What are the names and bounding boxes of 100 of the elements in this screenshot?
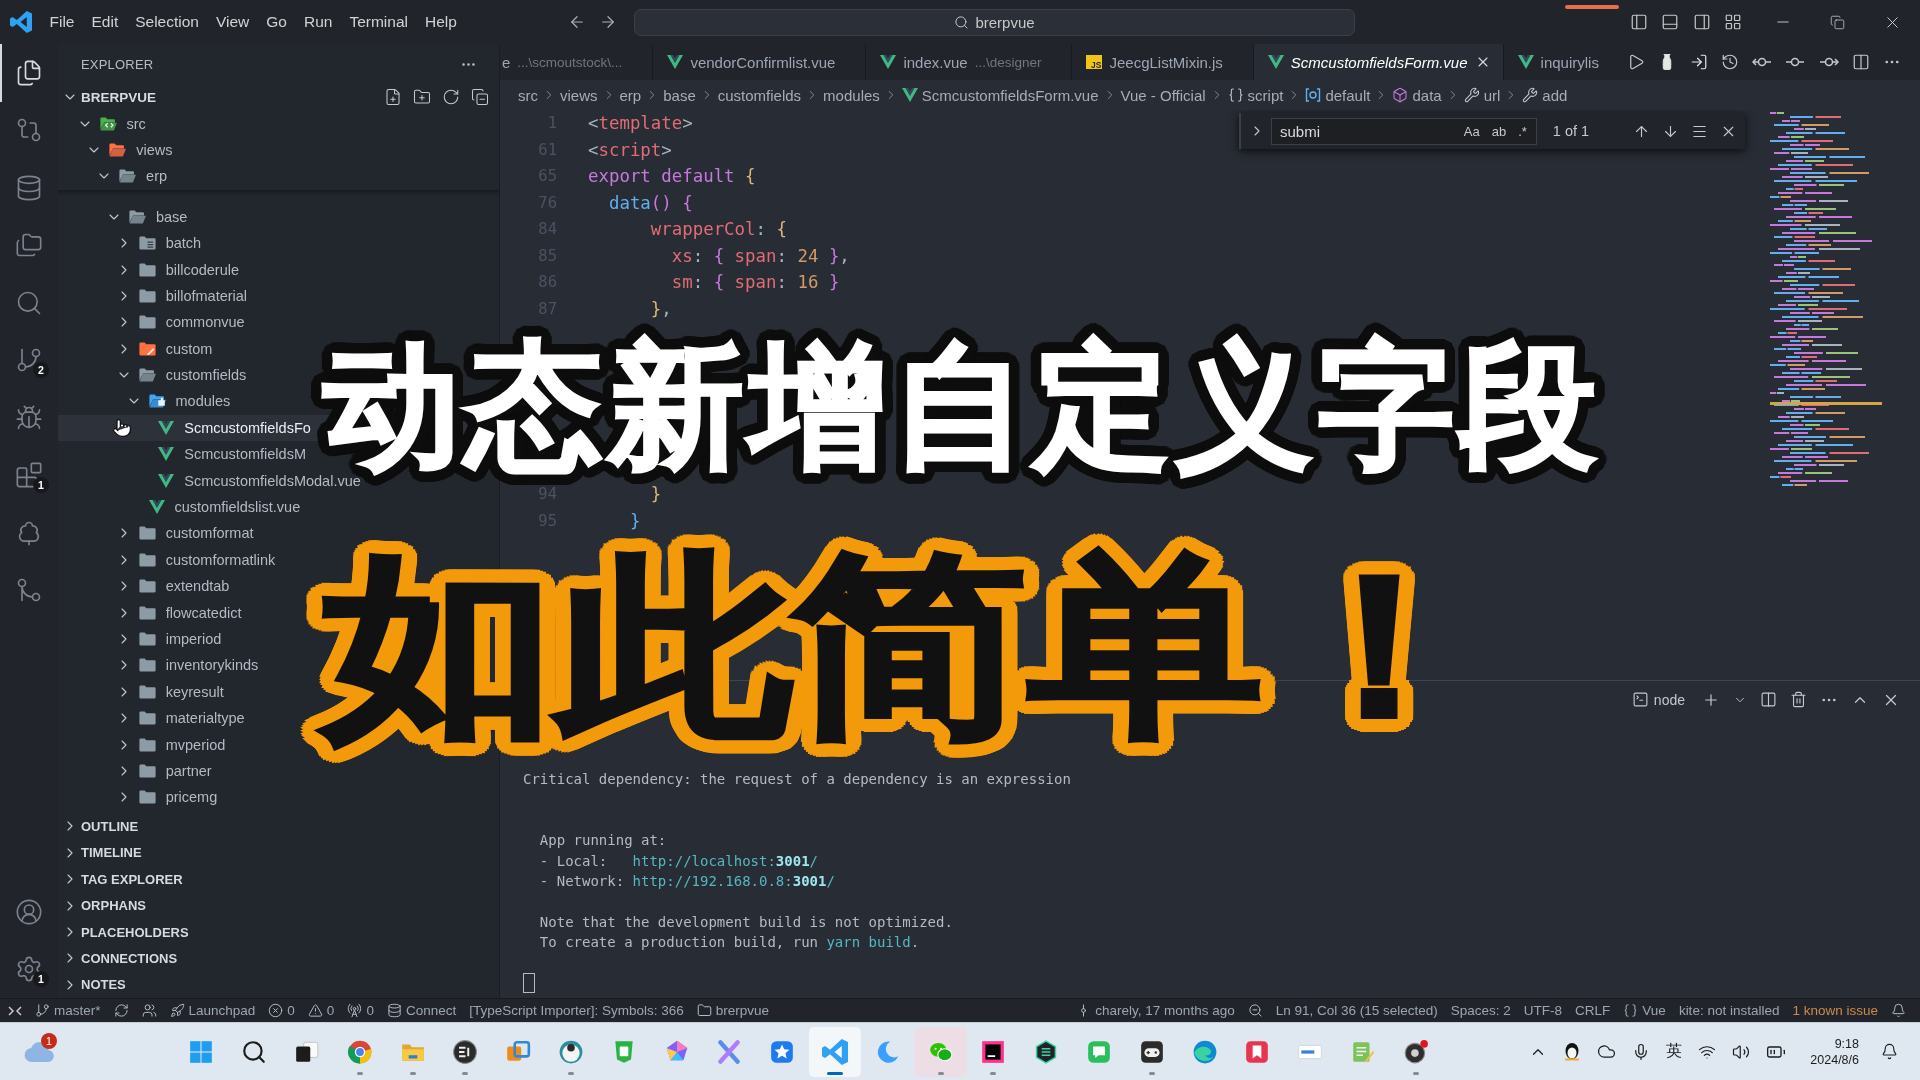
- find-option[interactable]: ab: [1488, 122, 1510, 140]
- commit-icon[interactable]: [1785, 55, 1806, 69]
- breadcrumb-item[interactable]: modules: [823, 86, 880, 104]
- new-file-icon[interactable]: [384, 88, 402, 107]
- tree-item[interactable]: billofmaterial: [58, 282, 499, 310]
- status-item[interactable]: [141, 1003, 157, 1018]
- menu-item[interactable]: Go: [257, 9, 296, 35]
- breadcrumb-item[interactable]: src: [518, 86, 538, 104]
- status-item[interactable]: 0: [347, 1003, 374, 1018]
- forward-icon[interactable]: [599, 13, 617, 31]
- activity-item[interactable]: 1: [0, 446, 58, 504]
- breadcrumb-item[interactable]: erp: [619, 86, 642, 104]
- find-option[interactable]: .*: [1515, 122, 1530, 140]
- status-item[interactable]: master*: [35, 1003, 101, 1018]
- status-item[interactable]: brerpvue: [696, 1003, 770, 1018]
- weather-button[interactable]: 1: [19, 1031, 59, 1072]
- breadcrumb-item[interactable]: base: [663, 86, 696, 104]
- split-icon[interactable]: [1851, 53, 1870, 71]
- status-item[interactable]: UTF-8: [1523, 1003, 1563, 1018]
- status-item[interactable]: Spaces: 2: [1450, 1003, 1511, 1018]
- find-input[interactable]: submi Aa ab .*: [1271, 117, 1537, 145]
- breadcrumb-item[interactable]: Vue - Official: [1120, 86, 1206, 104]
- new-folder-icon[interactable]: [413, 88, 431, 107]
- breadcrumb-item[interactable]: customfields: [717, 86, 802, 104]
- status-item[interactable]: kite: not installed: [1678, 1003, 1780, 1018]
- run-icon[interactable]: [1627, 53, 1645, 71]
- editor-tab[interactable]: e ...\scmoutstock\...: [500, 44, 654, 80]
- menu-item[interactable]: Run: [295, 9, 341, 35]
- section-header[interactable]: PLACEHOLDERS: [58, 918, 499, 946]
- tree-item[interactable]: src: [58, 110, 499, 137]
- status-item[interactable]: Ln 91, Col 36 (15 selected): [1275, 1003, 1438, 1018]
- breadcrumb-item[interactable]: views: [560, 86, 598, 104]
- tree-item[interactable]: erp: [58, 163, 499, 190]
- volume-icon[interactable]: [1732, 1042, 1751, 1061]
- tree-item[interactable]: commonvue: [58, 309, 499, 336]
- url-link[interactable]: http://localhost:3001/: [632, 850, 818, 871]
- arrow-into-box-icon[interactable]: [1689, 53, 1708, 71]
- back-icon[interactable]: [568, 13, 586, 31]
- menu-item[interactable]: Edit: [83, 9, 127, 35]
- breadcrumb-item[interactable]: ScmcustomfieldsForm.vue: [901, 86, 1099, 104]
- terminal-selector[interactable]: node: [1631, 691, 1685, 708]
- layout-icon[interactable]: [1724, 13, 1742, 31]
- section-header[interactable]: OUTLINE: [58, 813, 499, 840]
- tree-item[interactable]: pricemg: [58, 784, 499, 811]
- clock-date[interactable]: 2024/8/6: [1810, 1052, 1859, 1067]
- restore-icon[interactable]: [1830, 14, 1845, 30]
- section-header[interactable]: TAG EXPLORER: [58, 866, 499, 893]
- status-item[interactable]: [8, 1003, 22, 1018]
- breadcrumb-item[interactable]: default: [1305, 86, 1371, 104]
- menu-item[interactable]: Terminal: [340, 9, 417, 35]
- editor-tab[interactable]: ScmcustomfieldsForm.vue: [1253, 44, 1504, 80]
- section-header[interactable]: CONNECTIONS: [58, 945, 499, 972]
- menu-item[interactable]: View: [207, 9, 258, 35]
- tree-item[interactable]: base: [58, 203, 499, 230]
- commit-next-icon[interactable]: [1818, 55, 1839, 69]
- status-item[interactable]: Connect: [386, 1003, 457, 1018]
- status-item[interactable]: charely, 17 months ago: [1076, 1003, 1235, 1018]
- status-item[interactable]: Vue: [1623, 1003, 1666, 1018]
- tree-item[interactable]: views: [58, 136, 499, 164]
- breadcrumb-item[interactable]: url: [1463, 86, 1501, 104]
- bell-icon[interactable]: [1881, 1043, 1898, 1060]
- trash-icon[interactable]: [1790, 691, 1807, 708]
- history-icon[interactable]: [1720, 53, 1739, 71]
- breadcrumb-item[interactable]: add: [1522, 86, 1568, 104]
- panel-toggle-icon[interactable]: [1661, 13, 1679, 31]
- status-item[interactable]: [TypeScript Importer]: Symbols: 366: [469, 1003, 684, 1018]
- collapse-all-icon[interactable]: [471, 88, 489, 107]
- input-method-indicator[interactable]: 英: [1666, 1041, 1683, 1062]
- status-item[interactable]: [1247, 1003, 1263, 1018]
- activity-item[interactable]: 2: [0, 331, 58, 389]
- section-header[interactable]: NOTES: [58, 971, 499, 998]
- breadcrumb-item[interactable]: script: [1227, 86, 1284, 104]
- sidebar-toggle-icon[interactable]: [1629, 13, 1648, 31]
- secondary-sidebar-icon[interactable]: [1692, 13, 1711, 31]
- status-item[interactable]: Launchpad: [169, 1003, 256, 1018]
- menu-item[interactable]: File: [41, 9, 83, 35]
- status-item[interactable]: CRLF: [1575, 1003, 1611, 1018]
- status-item[interactable]: [113, 1003, 129, 1018]
- clock-time[interactable]: 9:18: [1834, 1036, 1859, 1051]
- breadcrumb-item[interactable]: data: [1392, 86, 1442, 104]
- status-item[interactable]: 0: [307, 1003, 335, 1018]
- menu-item[interactable]: Selection: [126, 9, 208, 35]
- activity-item[interactable]: 1: [0, 940, 58, 998]
- section-header[interactable]: ORPHANS: [58, 892, 499, 919]
- tree-item[interactable]: batch: [58, 229, 499, 257]
- section-header[interactable]: TIMELINE: [58, 839, 499, 867]
- tree-item[interactable]: customfieldslist.vue: [58, 493, 499, 521]
- tree-item[interactable]: billcoderule: [58, 256, 499, 283]
- find-option[interactable]: Aa: [1460, 122, 1483, 140]
- cloud-icon[interactable]: [1597, 1042, 1617, 1061]
- status-item[interactable]: [1891, 1003, 1906, 1018]
- refresh-icon[interactable]: [442, 88, 460, 107]
- command-center[interactable]: brerpvue: [634, 8, 1355, 36]
- commit-previous-icon[interactable]: [1752, 55, 1772, 69]
- menu-item[interactable]: Help: [416, 9, 466, 35]
- status-item[interactable]: 1 known issue: [1792, 1003, 1878, 1018]
- url-link[interactable]: http://192.168.0.8:3001/: [632, 871, 835, 892]
- workspace-header[interactable]: BRERPVUE: [58, 84, 499, 111]
- status-item[interactable]: 0: [268, 1003, 295, 1018]
- split-icon[interactable]: [1760, 691, 1777, 708]
